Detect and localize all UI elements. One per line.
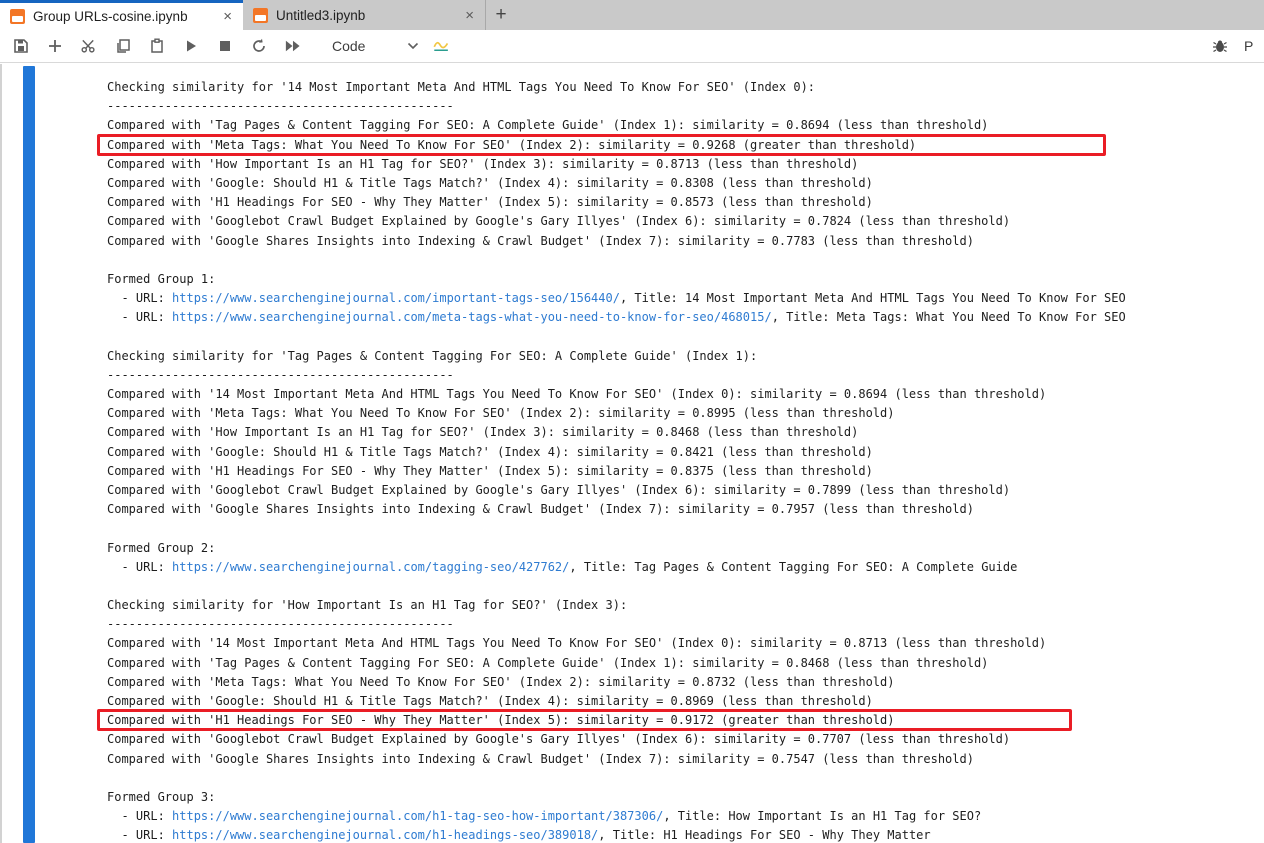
url-line-title: , Title: How Important Is an H1 Tag for … (663, 809, 981, 823)
comparison-line: Compared with 'Googlebot Crawl Budget Ex… (107, 730, 1264, 749)
url-line-prefix: - URL: (107, 310, 172, 324)
insert-cell-icon[interactable] (46, 38, 63, 55)
blank-line (107, 327, 1264, 346)
red-highlight-annotation (97, 134, 1106, 156)
comparison-line: Compared with 'H1 Headings For SEO - Why… (107, 711, 1264, 730)
chevron-down-icon (407, 37, 419, 55)
formed-group-label: Formed Group 1: (107, 270, 1264, 289)
comparison-line: Compared with 'Googlebot Crawl Budget Ex… (107, 212, 1264, 231)
blank-line (107, 519, 1264, 538)
comparison-line: Compared with 'Google: Should H1 & Title… (107, 692, 1264, 711)
debugger-bug-icon[interactable] (1211, 38, 1228, 55)
comparison-line: Compared with 'Google Shares Insights in… (107, 232, 1264, 251)
blank-line (107, 251, 1264, 270)
separator-line: ----------------------------------------… (107, 615, 1264, 634)
comparison-line: Compared with 'Meta Tags: What You Need … (107, 404, 1264, 423)
checking-heading: Checking similarity for 'Tag Pages & Con… (107, 347, 1264, 366)
restart-kernel-icon[interactable] (250, 38, 267, 55)
tab-group-urls-cosine[interactable]: Group URLs-cosine.ipynb × (0, 0, 243, 30)
url-line-title: , Title: Meta Tags: What You Need To Kno… (772, 310, 1126, 324)
comparison-line: Compared with 'Google Shares Insights in… (107, 750, 1264, 769)
tab-title: Group URLs-cosine.ipynb (33, 9, 214, 24)
url-line-prefix: - URL: (107, 828, 172, 842)
comparison-line: Compared with 'Tag Pages & Content Taggi… (107, 654, 1264, 673)
url-line-prefix: - URL: (107, 291, 172, 305)
group-url-line: - URL: https://www.searchenginejournal.c… (107, 558, 1264, 577)
comparison-line: Compared with 'H1 Headings For SEO - Why… (107, 193, 1264, 212)
blank-line (107, 769, 1264, 788)
comparison-line: Compared with 'Meta Tags: What You Need … (107, 673, 1264, 692)
notebook-toolbar: Code P (0, 30, 1264, 63)
separator-line: ----------------------------------------… (107, 97, 1264, 116)
comparison-line: Compared with 'Googlebot Crawl Budget Ex… (107, 481, 1264, 500)
browser-window: Group URLs-cosine.ipynb × Untitled3.ipyn… (0, 0, 1264, 843)
kernel-name-clipped[interactable]: P (1244, 38, 1254, 54)
group-url-link[interactable]: https://www.searchenginejournal.com/h1-h… (172, 828, 598, 842)
checking-heading: Checking similarity for '14 Most Importa… (107, 78, 1264, 97)
formed-group-label: Formed Group 3: (107, 788, 1264, 807)
checking-heading: Checking similarity for 'How Important I… (107, 596, 1264, 615)
comparison-line: Compared with 'H1 Headings For SEO - Why… (107, 462, 1264, 481)
group-url-line: - URL: https://www.searchenginejournal.c… (107, 308, 1264, 327)
render-sidecar-icon[interactable] (433, 38, 450, 55)
cell-type-dropdown[interactable]: Code (332, 37, 419, 55)
copy-cells-icon[interactable] (114, 38, 131, 55)
group-url-link[interactable]: https://www.searchenginejournal.com/meta… (172, 310, 772, 324)
url-line-title: , Title: Tag Pages & Content Tagging For… (569, 560, 1017, 574)
group-url-link[interactable]: https://www.searchenginejournal.com/h1-t… (172, 809, 663, 823)
cell-type-value: Code (332, 38, 365, 54)
group-url-link[interactable]: https://www.searchenginejournal.com/tagg… (172, 560, 569, 574)
url-line-prefix: - URL: (107, 809, 172, 823)
comparison-line: Compared with 'Google: Should H1 & Title… (107, 443, 1264, 462)
comparison-line: Compared with 'How Important Is an H1 Ta… (107, 423, 1264, 442)
url-line-title: , Title: H1 Headings For SEO - Why They … (598, 828, 930, 842)
close-icon[interactable]: × (220, 8, 235, 25)
cell-output: Checking similarity for '14 Most Importa… (2, 64, 1264, 843)
formed-group-label: Formed Group 2: (107, 539, 1264, 558)
cut-cells-icon[interactable] (80, 38, 97, 55)
group-url-link[interactable]: https://www.searchenginejournal.com/impo… (172, 291, 620, 305)
notebook-content-area: Checking similarity for '14 Most Importa… (0, 64, 1264, 843)
red-highlight-annotation (97, 709, 1072, 731)
new-tab-button[interactable]: + (486, 0, 516, 30)
comparison-line: Compared with 'How Important Is an H1 Ta… (107, 155, 1264, 174)
group-url-line: - URL: https://www.searchenginejournal.c… (107, 826, 1264, 843)
save-icon[interactable] (12, 38, 29, 55)
separator-line: ----------------------------------------… (107, 366, 1264, 385)
comparison-line: Compared with 'Tag Pages & Content Taggi… (107, 116, 1264, 135)
url-line-title: , Title: 14 Most Important Meta And HTML… (620, 291, 1126, 305)
comparison-line: Compared with 'Meta Tags: What You Need … (107, 136, 1264, 155)
interrupt-kernel-icon[interactable] (216, 38, 233, 55)
comparison-line: Compared with '14 Most Important Meta An… (107, 385, 1264, 404)
blank-line (107, 577, 1264, 596)
group-url-line: - URL: https://www.searchenginejournal.c… (107, 289, 1264, 308)
jupyter-notebook-icon (10, 9, 25, 24)
run-cell-icon[interactable] (182, 38, 199, 55)
close-icon[interactable]: × (462, 7, 477, 24)
tab-title: Untitled3.ipynb (276, 8, 456, 23)
group-url-line: - URL: https://www.searchenginejournal.c… (107, 807, 1264, 826)
comparison-line: Compared with 'Google: Should H1 & Title… (107, 174, 1264, 193)
browser-tab-bar: Group URLs-cosine.ipynb × Untitled3.ipyn… (0, 0, 1264, 30)
tab-untitled3[interactable]: Untitled3.ipynb × (243, 0, 486, 30)
comparison-line: Compared with '14 Most Important Meta An… (107, 634, 1264, 653)
paste-cells-icon[interactable] (148, 38, 165, 55)
comparison-line: Compared with 'Google Shares Insights in… (107, 500, 1264, 519)
url-line-prefix: - URL: (107, 560, 172, 574)
restart-run-all-icon[interactable] (284, 38, 301, 55)
jupyter-notebook-icon (253, 8, 268, 23)
